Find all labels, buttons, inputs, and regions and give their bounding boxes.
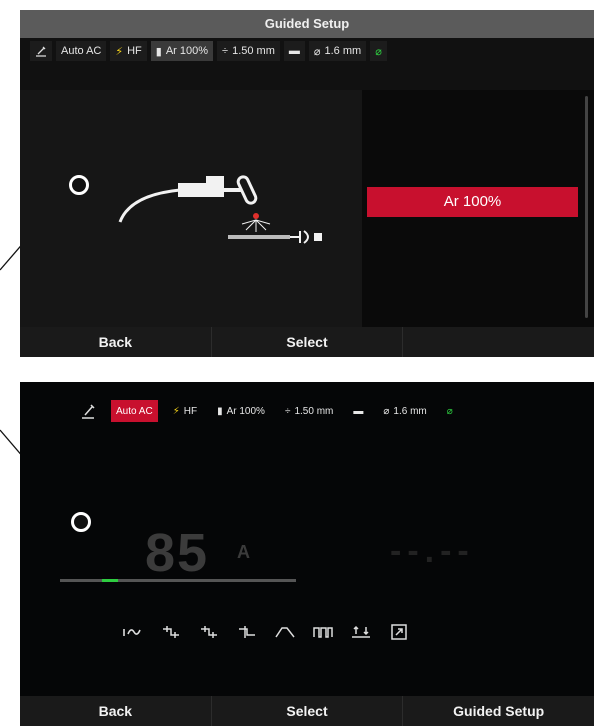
- hf-chip[interactable]: ⚡ HF: [110, 41, 147, 61]
- thickness-label: 1.50 mm: [232, 45, 275, 57]
- pulse-mode-1-icon[interactable]: [158, 619, 184, 645]
- gas-label: Ar 100%: [226, 405, 265, 417]
- annotation-marker-2: [71, 512, 91, 532]
- pulse-mode-3-icon[interactable]: [234, 619, 260, 645]
- select-button[interactable]: Select: [212, 696, 404, 726]
- bolt-icon: ⚡: [172, 405, 180, 417]
- current-value: 85: [145, 523, 210, 583]
- torch-icon[interactable]: [30, 41, 52, 61]
- electrode-icon[interactable]: ▬: [348, 400, 368, 422]
- back-button[interactable]: Back: [20, 696, 212, 726]
- back-button[interactable]: Back: [20, 327, 212, 357]
- hf-label: HF: [183, 405, 198, 417]
- empty-softkey[interactable]: [403, 327, 594, 357]
- current-unit: A: [237, 542, 250, 562]
- hf-label: HF: [127, 45, 142, 57]
- diameter-icon: ⌀: [383, 405, 390, 417]
- torch-illustration: [118, 175, 322, 244]
- diameter-chip[interactable]: ⌀ 1.6 mm: [308, 41, 367, 61]
- gas-label: Ar 100%: [165, 45, 209, 57]
- slider-indicator: [102, 579, 118, 582]
- status-bar: Auto AC ⚡ HF ▮ Ar 100% ÷ 1.50 mm ▬ ⌀ 1.6…: [75, 400, 458, 422]
- selected-option[interactable]: Ar 100%: [367, 187, 578, 217]
- guided-setup-screen: Guided Setup Auto AC ⚡ HF ▮ Ar 100% ÷ 1.…: [20, 10, 594, 357]
- secondary-value: --.--: [390, 532, 475, 570]
- torch-icon[interactable]: [75, 400, 101, 422]
- annotation-marker-1: [69, 175, 89, 195]
- diameter-label: 1.6 mm: [393, 405, 427, 417]
- thickness-icon: ÷: [222, 45, 229, 57]
- diameter-label: 1.6 mm: [324, 45, 362, 57]
- gas-bottle-icon: ▮: [217, 405, 223, 417]
- scrollbar[interactable]: [585, 96, 588, 318]
- auto-ac-chip[interactable]: Auto AC: [111, 400, 158, 422]
- status-bar: Auto AC ⚡ HF ▮ Ar 100% ÷ 1.50 mm ▬ ⌀ 1.6…: [20, 38, 594, 64]
- diameter-icon: ⌀: [313, 45, 321, 58]
- gas-bottle-icon: ▮: [155, 45, 162, 58]
- bottom-button-bar: Back Select: [20, 327, 594, 357]
- diameter-status-icon[interactable]: ⌀: [370, 41, 387, 61]
- diameter-chip[interactable]: ⌀ 1.6 mm: [378, 400, 431, 422]
- bolt-icon: ⚡: [115, 45, 124, 58]
- function-icons: [120, 619, 412, 645]
- expand-icon[interactable]: [386, 619, 412, 645]
- screen-title: Guided Setup: [20, 10, 594, 38]
- option-list[interactable]: Ar 100%: [362, 90, 594, 327]
- thickness-icon: ÷: [284, 405, 291, 417]
- auto-ac-chip[interactable]: Auto AC: [56, 41, 107, 61]
- thickness-label: 1.50 mm: [294, 405, 334, 417]
- hf-chip[interactable]: ⚡ HF: [168, 400, 202, 422]
- thickness-chip[interactable]: ÷ 1.50 mm: [280, 400, 338, 422]
- thickness-chip[interactable]: ÷ 1.50 mm: [217, 41, 280, 61]
- guided-setup-button[interactable]: Guided Setup: [403, 696, 594, 726]
- pulse-icon[interactable]: [310, 619, 336, 645]
- electrode-icon[interactable]: ▬: [283, 41, 305, 61]
- gas-chip[interactable]: ▮ Ar 100%: [150, 41, 214, 61]
- current-slider[interactable]: [60, 579, 296, 582]
- diameter-status-icon[interactable]: ⌀: [442, 400, 458, 422]
- wave-icon[interactable]: [120, 619, 146, 645]
- ramp-icon[interactable]: [272, 619, 298, 645]
- pulse-mode-2-icon[interactable]: [196, 619, 222, 645]
- trigger-mode-icon[interactable]: [348, 619, 374, 645]
- select-button[interactable]: Select: [212, 327, 404, 357]
- illustration-panel: [20, 90, 362, 327]
- main-display-screen: Auto AC ⚡ HF ▮ Ar 100% ÷ 1.50 mm ▬ ⌀ 1.6…: [20, 382, 594, 726]
- gas-chip[interactable]: ▮ Ar 100%: [212, 400, 270, 422]
- bottom-button-bar: Back Select Guided Setup: [20, 696, 594, 726]
